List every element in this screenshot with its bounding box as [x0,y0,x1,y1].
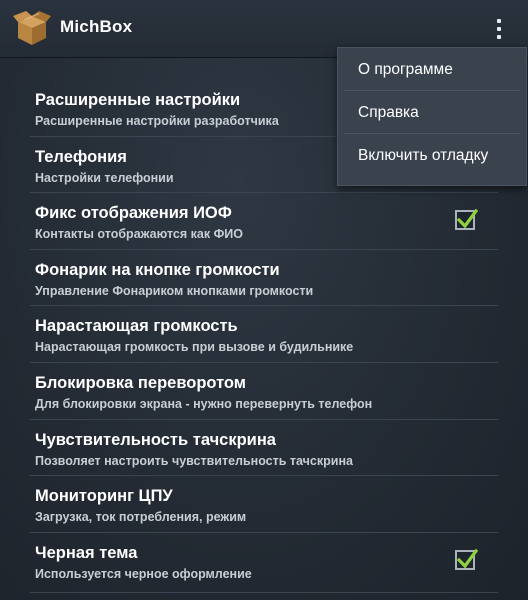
setting-summary: Контакты отображаются как ФИО [35,227,243,242]
app-title: MichBox [60,17,133,36]
setting-summary: Нарастающая громкость при вызове и будил… [35,340,354,355]
setting-flip-lock[interactable]: Блокировка переворотом Для блокировки эк… [30,363,498,420]
setting-title: Телефония [35,147,127,166]
name-fix-checkbox[interactable] [455,208,478,231]
setting-cpu-monitor[interactable]: Мониторинг ЦПУ Загрузка, ток потребления… [30,476,498,533]
setting-flashlight[interactable]: Фонарик на кнопке громкости Управление Ф… [30,250,498,307]
settings-screen: MichBox Расширенные настройки Расширенны… [0,0,528,600]
setting-title: Мониторинг ЦПУ [35,487,173,506]
overflow-dot [497,27,501,31]
setting-rising-volume[interactable]: Нарастающая громкость Нарастающая громко… [30,306,498,363]
list-divider [30,592,498,593]
setting-summary: Расширенные настройки разработчика [35,114,279,128]
setting-summary: Позволяет настроить чувствительность тач… [35,453,353,468]
setting-dark-theme[interactable]: Черная тема Используется черное оформлен… [30,533,498,590]
setting-summary: Используется черное оформление [35,566,252,581]
setting-title: Фонарик на кнопке громкости [35,260,280,279]
setting-title: Черная тема [35,543,138,562]
overflow-dot [497,35,501,39]
setting-name-fix[interactable]: Фикс отображения ИОФ Контакты отображают… [30,193,498,250]
checkmark-icon [456,548,478,569]
setting-title: Нарастающая громкость [35,317,238,336]
more-vertical-icon[interactable] [484,10,514,48]
menu-item-about[interactable]: О программе [344,48,520,91]
menu-item-label: Справка [358,104,419,121]
overflow-menu: О программе Справка Включить отладку [337,47,527,186]
setting-summary: Для блокировки экрана - нужно перевернут… [35,396,373,411]
menu-item-enable-debug[interactable]: Включить отладку [344,134,520,177]
setting-touch-sensitivity[interactable]: Чувствительность тачскрина Позволяет нас… [30,420,498,477]
setting-title: Блокировка переворотом [35,373,247,392]
overflow-dot [497,19,501,23]
setting-title: Расширенные настройки [35,91,241,109]
setting-title: Чувствительность тачскрина [35,430,276,449]
setting-summary: Загрузка, ток потребления, режим [35,510,247,525]
menu-item-label: Включить отладку [358,147,489,164]
dark-theme-checkbox[interactable] [455,548,478,570]
setting-summary: Управление Фонариком кнопками громкости [35,283,314,298]
checkmark-icon [456,208,478,229]
menu-item-help[interactable]: Справка [344,91,520,134]
menu-item-label: О программе [358,61,453,78]
cardboard-box-icon[interactable] [12,8,52,48]
setting-title: Фикс отображения ИОФ [35,204,232,223]
setting-summary: Настройки телефонии [35,170,174,185]
